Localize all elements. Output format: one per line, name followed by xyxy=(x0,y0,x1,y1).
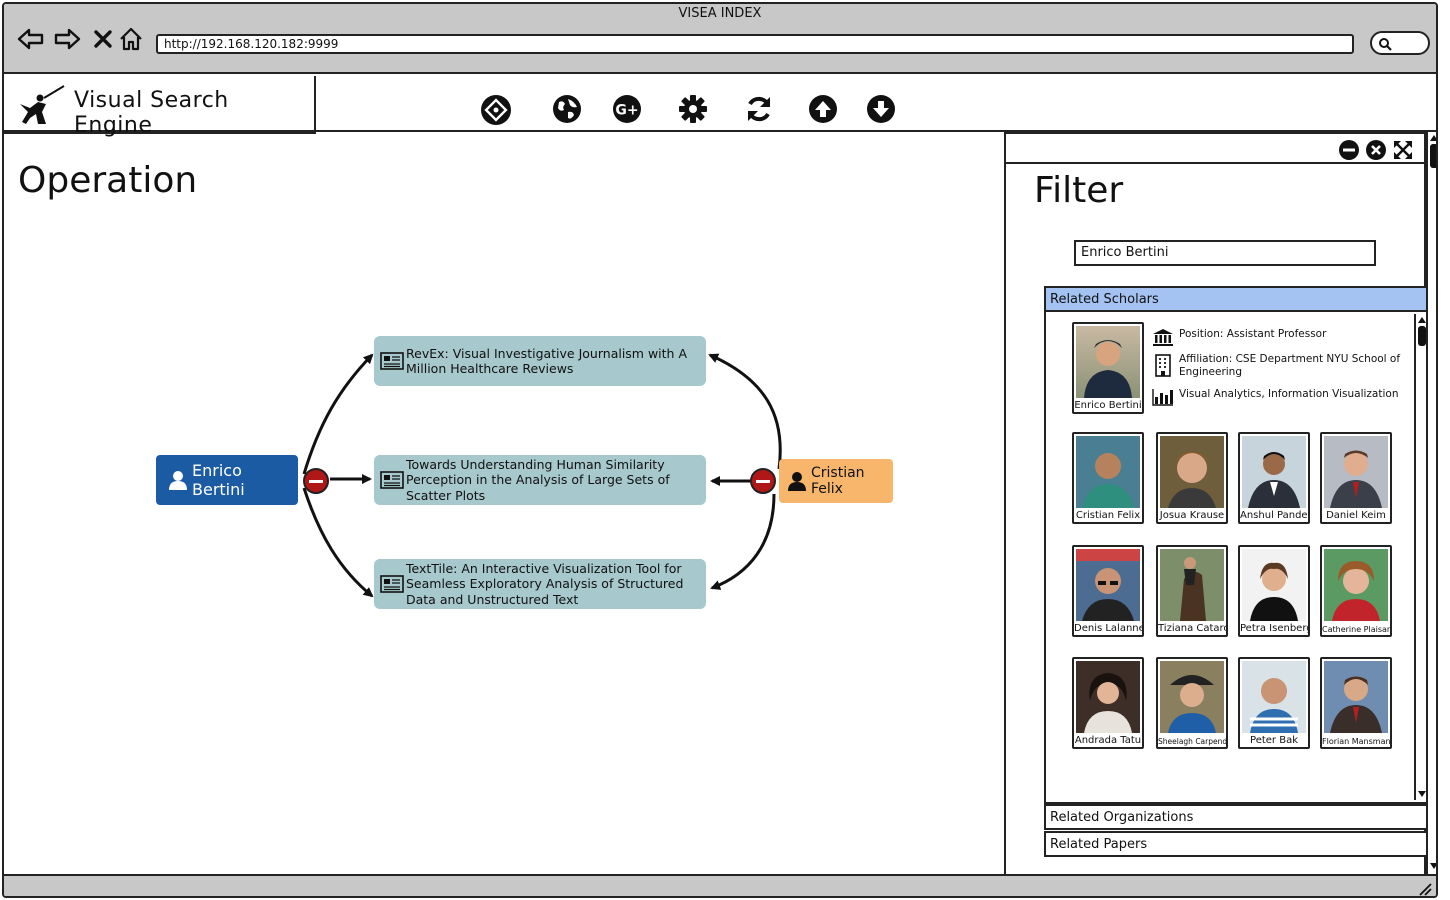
scholar-card[interactable]: Anshul Pandey xyxy=(1238,432,1310,524)
scholar-position: Position: Assistant Professor xyxy=(1179,328,1327,340)
scholar-card[interactable]: Petra Isenberg xyxy=(1238,545,1310,637)
search-icon xyxy=(1379,38,1392,51)
scholar-name: Cristian Felix xyxy=(1075,510,1141,521)
scholar-photo xyxy=(1160,549,1224,621)
target-scholar-node[interactable]: Cristian Felix xyxy=(779,459,893,503)
scholar-name: Peter Bak xyxy=(1250,735,1298,746)
minimize-icon[interactable] xyxy=(1338,139,1360,161)
newspaper-icon xyxy=(380,471,404,489)
scholar-photo xyxy=(1242,436,1306,508)
paper-title-1: RevEx: Visual Investigative Journalism w… xyxy=(406,345,688,377)
paper-node-1[interactable]: RevEx: Visual Investigative Journalism w… xyxy=(374,336,706,386)
scholar-name: Denis Lalanne xyxy=(1074,623,1142,634)
browser-window: VISEA INDEX http://192.168.120.182:9999 … xyxy=(2,2,1438,898)
selected-scholar-card[interactable]: Enrico Bertini xyxy=(1072,322,1144,414)
bar-chart-icon xyxy=(1152,389,1173,406)
page-scrollbar-thumb[interactable] xyxy=(1430,144,1436,168)
scholar-photo xyxy=(1160,661,1224,733)
scholar-name: Anshul Pandey xyxy=(1240,510,1308,521)
newspaper-icon xyxy=(380,575,404,593)
related-papers-header[interactable]: Related Papers xyxy=(1044,831,1428,857)
scrollbar-thumb[interactable] xyxy=(1418,326,1426,346)
paper-node-2[interactable]: Towards Understanding Human Similarity P… xyxy=(374,455,706,505)
browser-search-field[interactable] xyxy=(1370,31,1430,55)
paper-title-2: Towards Understanding Human Similarity P… xyxy=(406,456,670,503)
graph-edges xyxy=(302,353,782,598)
scholar-card[interactable]: Peter Bak xyxy=(1238,657,1310,749)
scholar-name: Catherine Plaisant xyxy=(1322,625,1390,634)
scholar-card[interactable]: Cristian Felix xyxy=(1072,432,1144,524)
filter-panel: Filter Enrico Bertini Related Scholars E… xyxy=(1004,132,1428,876)
scholar-name: Daniel Keim xyxy=(1326,510,1386,521)
scholar-affiliation: Affiliation: CSE Department NYU School o… xyxy=(1179,353,1401,378)
scholar-photo xyxy=(1242,661,1306,733)
scholar-interests: Visual Analytics, Information Visualizat… xyxy=(1179,388,1399,400)
paper-node-3[interactable]: TextTile: An Interactive Visualization T… xyxy=(374,559,706,609)
edge-target-paper-3 xyxy=(710,493,776,590)
scholar-name: Enrico Bertini xyxy=(1074,400,1142,411)
source-scholar-node[interactable]: Enrico Bertini xyxy=(156,455,298,505)
scholar-name: Sheelagh Carpendale xyxy=(1158,737,1226,746)
scholar-name: Andrada Tatu xyxy=(1074,735,1142,746)
scholar-photo xyxy=(1076,661,1140,733)
remove-target-button[interactable] xyxy=(750,468,776,494)
scholar-photo xyxy=(1324,436,1388,508)
scholar-name: Florian Mansmann xyxy=(1322,737,1390,746)
scholar-card[interactable]: Florian Mansmann xyxy=(1320,657,1392,749)
scholar-card[interactable]: Tiziana Catarc xyxy=(1156,545,1228,637)
selected-scholar-info: Position: Assistant Professor Affiliatio… xyxy=(1152,328,1402,406)
scholar-photo xyxy=(1324,549,1388,621)
user-icon xyxy=(788,472,806,491)
scholar-photo xyxy=(1242,549,1306,621)
building-icon xyxy=(1155,354,1171,377)
scholar-name: Petra Isenberg xyxy=(1240,623,1308,634)
page-scrollbar[interactable] xyxy=(1426,132,1436,876)
related-organizations-header[interactable]: Related Organizations xyxy=(1044,804,1428,830)
related-scholars-header[interactable]: Related Scholars xyxy=(1044,286,1428,312)
user-icon xyxy=(169,471,187,490)
resize-grip-icon[interactable] xyxy=(1418,882,1432,896)
panel-header xyxy=(1006,134,1424,164)
edge-source-paper-1 xyxy=(302,353,374,475)
scholar-photo xyxy=(1076,436,1140,508)
maximize-icon[interactable] xyxy=(1392,139,1414,161)
filter-search-input[interactable]: Enrico Bertini xyxy=(1074,240,1376,266)
scholar-photo xyxy=(1076,326,1140,398)
close-panel-icon[interactable] xyxy=(1365,139,1387,161)
remove-source-button[interactable] xyxy=(303,468,329,494)
scholar-card[interactable]: Denis Lalanne xyxy=(1072,545,1144,637)
scholar-name: Tiziana Catarc xyxy=(1158,623,1226,634)
scholar-name: Josua Krause xyxy=(1159,510,1225,521)
status-bar xyxy=(4,874,1436,896)
scholar-photo xyxy=(1324,661,1388,733)
institution-icon xyxy=(1153,329,1173,346)
filter-title: Filter xyxy=(1034,170,1124,211)
scholar-card[interactable]: Andrada Tatu xyxy=(1072,657,1144,749)
scholar-card[interactable]: Josua Krause xyxy=(1156,432,1228,524)
scholar-card[interactable]: Sheelagh Carpendale xyxy=(1156,657,1228,749)
scholar-card[interactable]: Daniel Keim xyxy=(1320,432,1392,524)
source-scholar-name: Enrico Bertini xyxy=(192,461,245,499)
edge-source-paper-3 xyxy=(302,487,374,598)
paper-title-3: TextTile: An Interactive Visualization T… xyxy=(406,560,684,607)
newspaper-icon xyxy=(380,352,404,370)
related-scholars-list: Enrico Bertini Position: Assistant Profe… xyxy=(1044,312,1428,804)
scholar-photo xyxy=(1076,549,1140,621)
edge-target-paper-1 xyxy=(708,353,782,470)
target-scholar-name: Cristian Felix xyxy=(811,465,865,497)
scholar-card[interactable]: Catherine Plaisant xyxy=(1320,545,1392,637)
scholar-photo xyxy=(1160,436,1224,508)
